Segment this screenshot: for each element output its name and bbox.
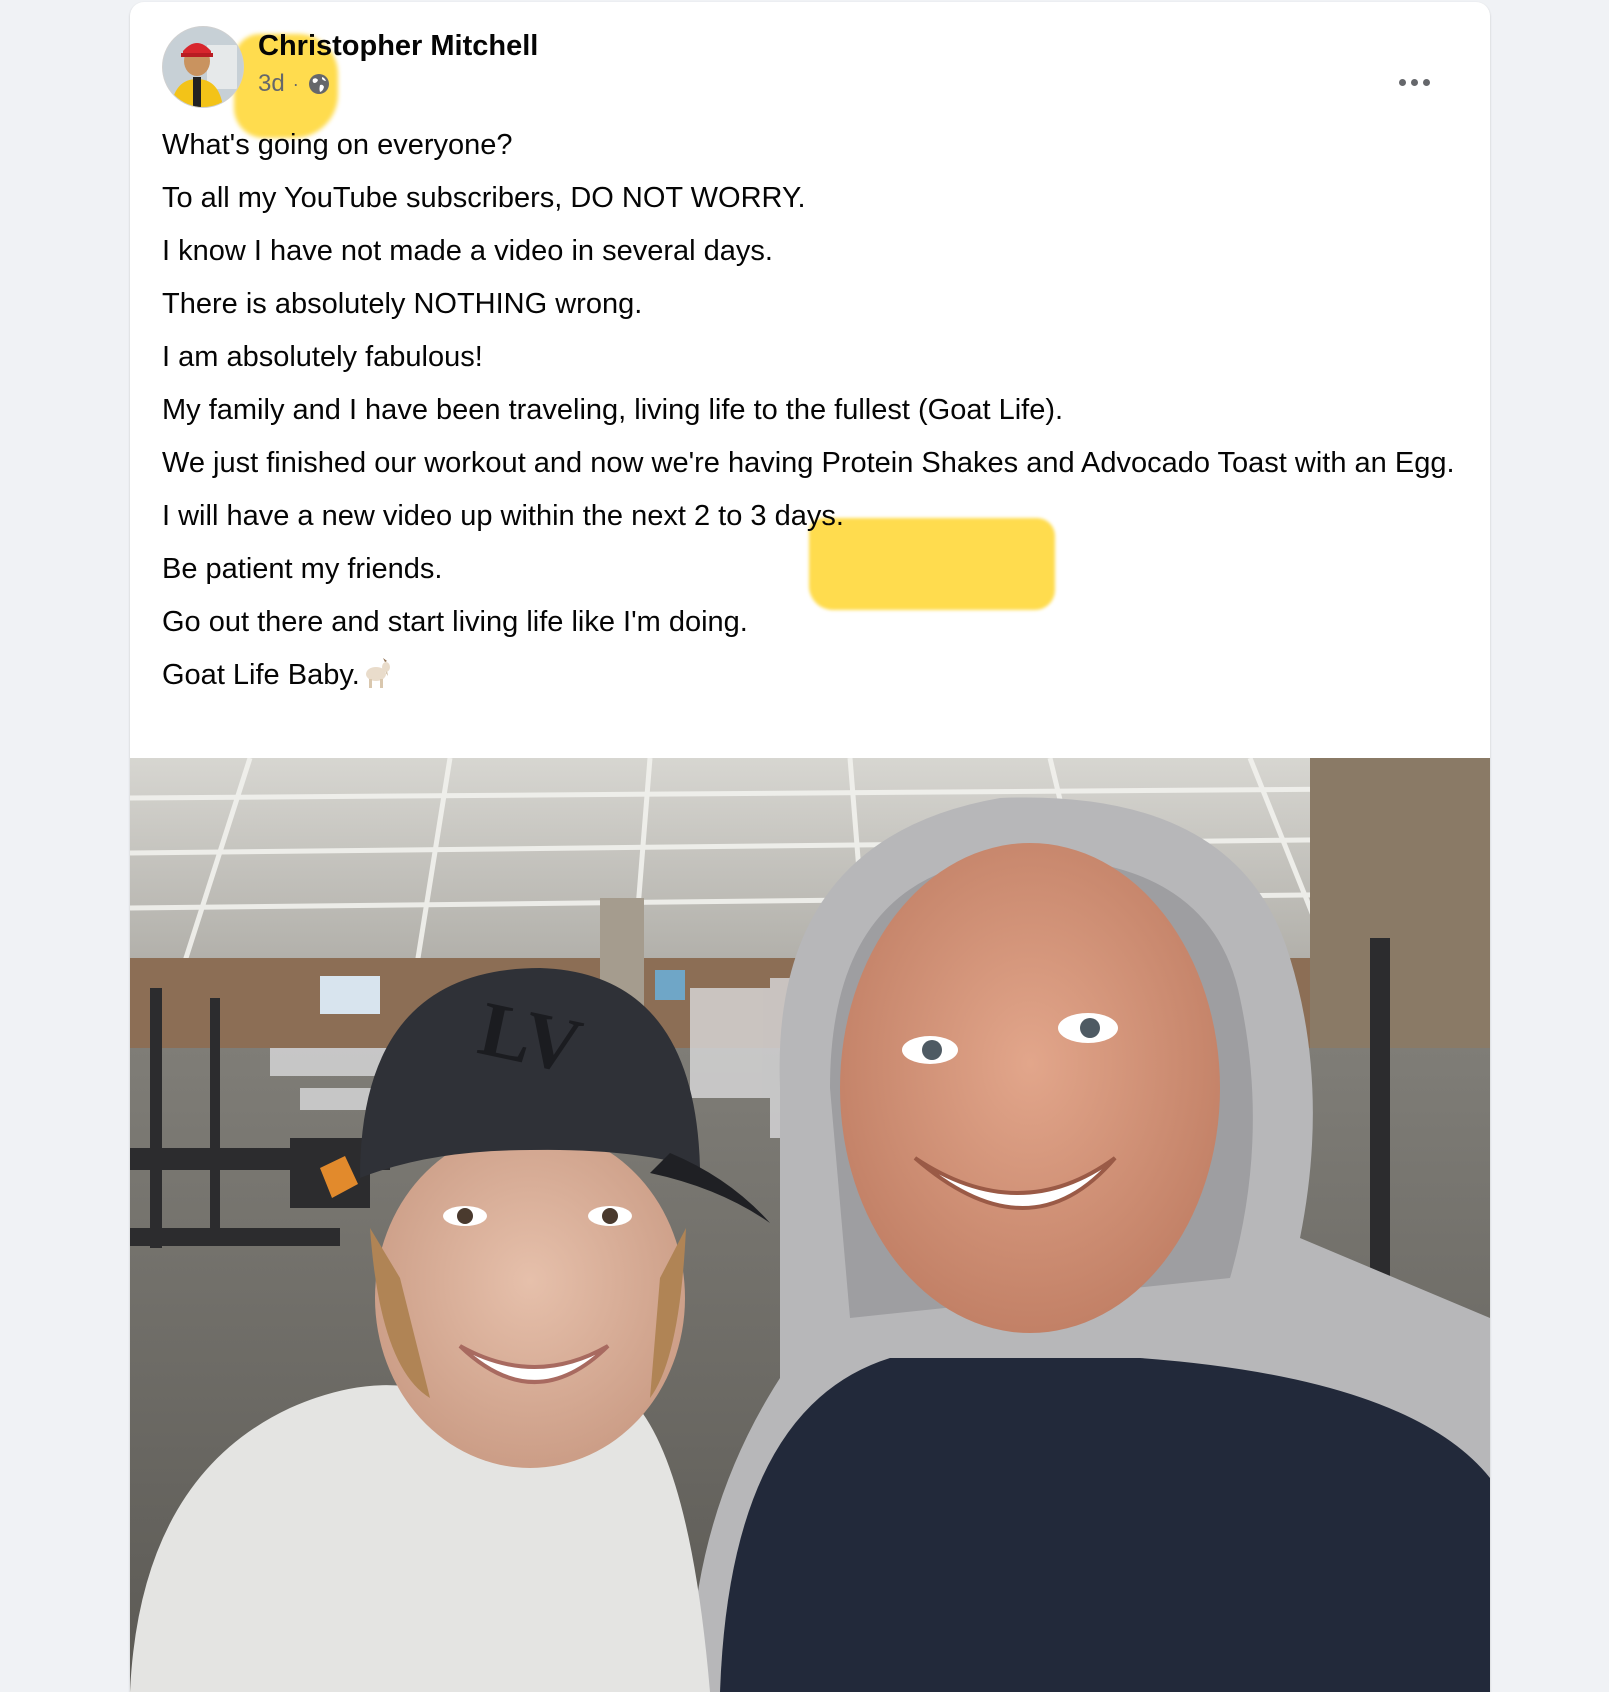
timestamp[interactable]: 3d <box>258 70 285 98</box>
post-photo[interactable]: LV <box>130 758 1490 1692</box>
more-options-button[interactable] <box>1392 60 1436 104</box>
author-name[interactable]: Christopher Mitchell <box>258 30 538 63</box>
post-line: Go out there and start living life like … <box>162 606 748 638</box>
author-avatar[interactable] <box>162 26 244 108</box>
post-line: There is absolutely NOTHING wrong. <box>162 288 643 320</box>
post-header: Christopher Mitchell 3d · <box>162 26 1470 110</box>
post-meta: 3d · <box>258 70 331 98</box>
more-horizontal-icon <box>1398 78 1430 86</box>
globe-icon[interactable] <box>307 72 331 96</box>
post-line: I am absolutely fabulous! <box>162 341 483 373</box>
post-line: Be patient my friends. <box>162 553 443 585</box>
post-card: Christopher Mitchell 3d · What's going o… <box>130 2 1490 1692</box>
post-line: We just finished our workout and now we'… <box>162 447 1455 479</box>
post-line: I know I have not made a video in severa… <box>162 235 773 267</box>
post-line: Goat Life Baby. <box>162 659 360 691</box>
meta-separator: · <box>292 73 299 94</box>
avatar-image <box>163 27 243 107</box>
post-line: What's going on everyone? <box>162 129 513 161</box>
gym-selfie-image: LV <box>130 758 1490 1692</box>
post-line-last: Goat Life Baby. <box>162 656 1462 694</box>
goat-emoji <box>365 658 390 688</box>
post-line: My family and I have been traveling, liv… <box>162 394 1064 426</box>
post-line: I will have a new video up within the ne… <box>162 500 844 532</box>
post-line: To all my YouTube subscribers, DO NOT WO… <box>162 182 806 214</box>
post-text: What's going on everyone? To all my YouT… <box>162 126 1462 709</box>
